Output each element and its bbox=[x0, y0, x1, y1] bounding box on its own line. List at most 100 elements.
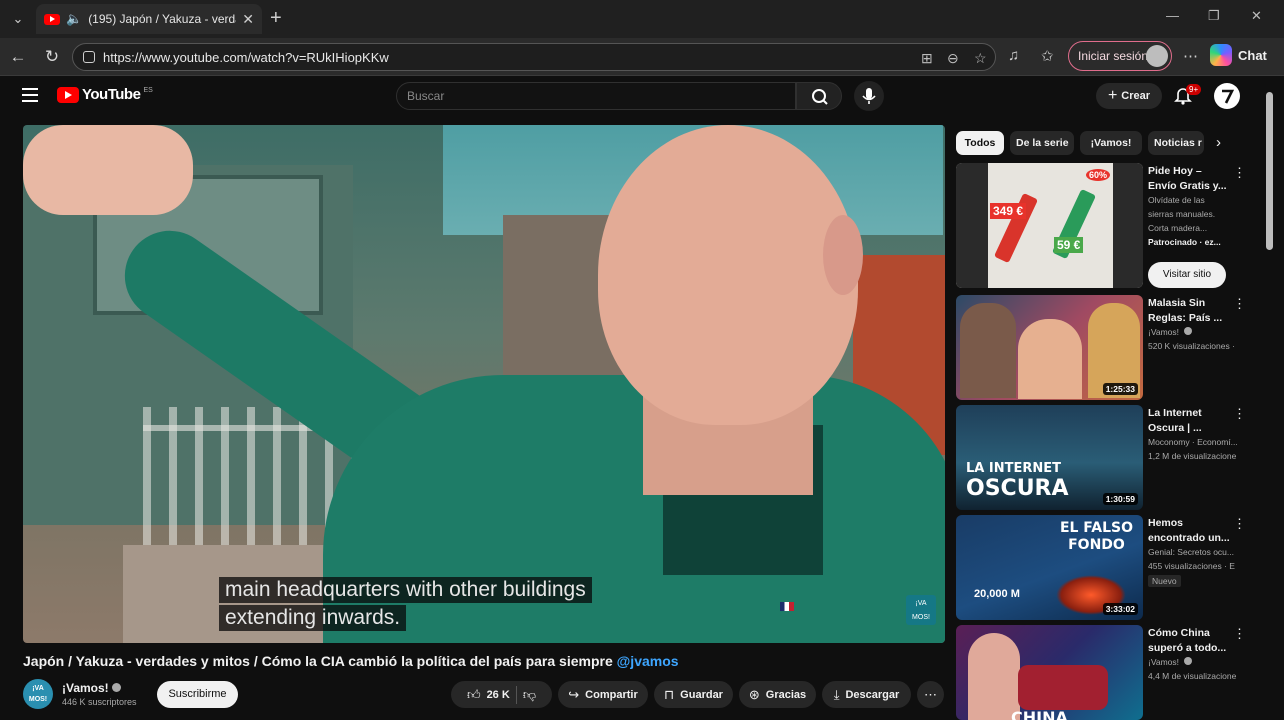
video-thumbnail[interactable]: 1:25:33 bbox=[956, 295, 1143, 400]
video-card-title[interactable]: Hemos encontrado un... bbox=[1148, 516, 1230, 546]
video-card-views: 520 K visualizaciones · bbox=[1148, 341, 1235, 351]
video-card-views: 455 visualizaciones · E bbox=[1148, 561, 1235, 571]
signin-button[interactable]: Iniciar sesión bbox=[1068, 41, 1172, 71]
address-bar[interactable]: https://www.youtube.com/watch?v=RUkIHiop… bbox=[72, 43, 996, 71]
ad-desc-line: Corta madera... bbox=[1148, 223, 1208, 233]
zoom-icon[interactable]: ⊖ bbox=[947, 50, 959, 67]
video-card-title[interactable]: Cómo China superó a todo... bbox=[1148, 626, 1230, 656]
video-duration: 3:33:02 bbox=[1102, 603, 1138, 615]
hamburger-menu-icon[interactable] bbox=[22, 88, 38, 102]
video-card-views: 1,2 M de visualizacione bbox=[1148, 451, 1237, 461]
video-card-menu-icon[interactable]: ⋮ bbox=[1233, 406, 1246, 422]
chip-todos[interactable]: Todos bbox=[956, 131, 1004, 155]
video-card-menu-icon[interactable]: ⋮ bbox=[1233, 516, 1246, 532]
like-count[interactable]: 26 K bbox=[487, 689, 510, 701]
video-card-title-line: Hemos bbox=[1148, 517, 1184, 529]
ad-menu-icon[interactable]: ⋮ bbox=[1233, 165, 1246, 181]
more-actions-button[interactable]: ⋯ bbox=[917, 681, 944, 708]
search-icon bbox=[812, 89, 828, 105]
channel-watermark[interactable]: ¡VA MOS! bbox=[906, 595, 936, 625]
video-thumbnail[interactable]: CHINA bbox=[956, 625, 1143, 720]
ad-thumbnail[interactable]: 349 € 59 € 60% bbox=[956, 163, 1143, 288]
youtube-logo[interactable]: YouTube ES bbox=[57, 86, 153, 103]
search-input[interactable]: Buscar bbox=[396, 82, 796, 110]
like-icon[interactable]: 👍︎ bbox=[467, 687, 481, 703]
ad-title-line: Pide Hoy – bbox=[1148, 165, 1202, 177]
video-card-meta: ¡Vamos! 520 K visualizaciones · bbox=[1148, 325, 1244, 353]
video-title-hashtag[interactable]: @jvamos bbox=[617, 653, 679, 669]
save-button[interactable]: ⊓ Guardar bbox=[654, 681, 733, 708]
voice-search-button[interactable] bbox=[854, 81, 884, 111]
copilot-chat-button[interactable]: Chat bbox=[1210, 44, 1267, 66]
video-thumbnail[interactable]: EL FALSO FONDO 20,000 M 3:33:02 bbox=[956, 515, 1143, 620]
copilot-icon bbox=[1210, 44, 1232, 66]
back-arrow-icon[interactable]: ← bbox=[7, 46, 29, 68]
account-avatar[interactable] bbox=[1214, 83, 1240, 109]
visit-site-button[interactable]: Visitar sitio bbox=[1148, 262, 1226, 288]
download-icon: ⤓ bbox=[833, 686, 840, 702]
close-window-icon[interactable]: ✕ bbox=[1251, 8, 1262, 24]
channel-name-text: ¡Vamos! bbox=[62, 681, 109, 695]
more-options-icon[interactable]: ⋯ bbox=[1183, 47, 1198, 65]
verified-icon bbox=[1184, 657, 1193, 665]
create-button[interactable]: + Crear bbox=[1096, 83, 1162, 109]
verified-icon bbox=[111, 683, 121, 692]
thumb-text: CHINA bbox=[1011, 708, 1068, 720]
site-info-icon[interactable] bbox=[83, 51, 95, 63]
channel-name[interactable]: ¡Vamos! bbox=[62, 681, 121, 695]
speaker-icon[interactable]: 🔈 bbox=[66, 11, 82, 27]
video-card-channel-name: ¡Vamos! bbox=[1148, 657, 1180, 667]
search-button[interactable] bbox=[796, 82, 842, 110]
reload-icon[interactable]: ↻ bbox=[41, 46, 63, 68]
video-duration: 1:25:33 bbox=[1102, 383, 1138, 395]
download-button[interactable]: ⤓ Descargar bbox=[822, 681, 911, 708]
ad-title-line: Envío Gratis y... bbox=[1148, 180, 1227, 192]
ad-discount-badge: 60% bbox=[1086, 169, 1111, 181]
subscribe-button[interactable]: Suscribirme bbox=[157, 681, 238, 708]
favorite-star-icon[interactable]: ☆ bbox=[974, 50, 987, 67]
video-card-menu-icon[interactable]: ⋮ bbox=[1233, 296, 1246, 312]
chip-noticias[interactable]: Noticias r bbox=[1148, 131, 1204, 155]
browser-tab-active[interactable]: 🔈 (195) Japón / Yakuza - verdad ✕ bbox=[36, 4, 262, 34]
thumb-text: OSCURA bbox=[966, 476, 1069, 501]
video-card-title-line: Cómo China bbox=[1148, 627, 1210, 639]
share-button[interactable]: ↪ Compartir bbox=[558, 681, 648, 708]
video-card-title[interactable]: La Internet Oscura | ... bbox=[1148, 406, 1230, 436]
media-control-icon[interactable]: ♫ bbox=[1008, 47, 1019, 64]
dislike-icon[interactable]: 👎︎ bbox=[523, 687, 536, 703]
channel-avatar[interactable]: ¡VA MOS! bbox=[23, 679, 53, 709]
page-scrollbar-thumb[interactable] bbox=[1266, 92, 1273, 250]
tab-list-chevron-icon[interactable]: ⌄ bbox=[6, 8, 30, 30]
chip-vamos[interactable]: ¡Vamos! bbox=[1080, 131, 1142, 155]
video-card-meta: Genial: Secretos ocu... 455 visualizacio… bbox=[1148, 545, 1244, 573]
country-code: ES bbox=[143, 87, 153, 94]
video-card-title[interactable]: Malasia Sin Reglas: País ... bbox=[1148, 296, 1230, 326]
divider bbox=[515, 685, 517, 704]
thanks-button[interactable]: ⊛ Gracias bbox=[739, 681, 816, 708]
video-thumbnail[interactable]: LA INTERNET OSCURA 1:30:59 bbox=[956, 405, 1143, 510]
app-available-icon[interactable]: ⊞ bbox=[921, 50, 933, 67]
new-tab-plus-icon[interactable]: + bbox=[270, 7, 282, 29]
account-avatar-icon bbox=[1215, 84, 1239, 108]
video-card-title-line: Malasia Sin bbox=[1148, 297, 1206, 309]
video-card-menu-icon[interactable]: ⋮ bbox=[1233, 626, 1246, 642]
chip-de-la-serie[interactable]: De la serie bbox=[1010, 131, 1074, 155]
restore-icon[interactable]: ❐ bbox=[1208, 8, 1220, 24]
download-label: Descargar bbox=[845, 688, 900, 701]
chevron-right-icon[interactable]: › bbox=[1216, 134, 1221, 151]
ad-price-green: 59 € bbox=[1054, 237, 1084, 253]
ad-title[interactable]: Pide Hoy – Envío Gratis y... bbox=[1148, 164, 1230, 194]
thumb-headline: EL FALSO FONDO bbox=[1060, 520, 1133, 554]
profile-avatar-icon bbox=[1146, 45, 1168, 67]
video-player[interactable]: main headquarters with other buildings e… bbox=[23, 125, 945, 643]
video-card-channel-name: ¡Vamos! bbox=[1148, 327, 1180, 337]
close-tab-icon[interactable]: ✕ bbox=[242, 11, 254, 28]
ad-thumb-side bbox=[1113, 163, 1143, 288]
video-card-channel: Moconomy · Economí... bbox=[1148, 437, 1238, 447]
thumb-text: 20,000 M bbox=[974, 588, 1020, 600]
url-text[interactable]: https://www.youtube.com/watch?v=RUkIHiop… bbox=[103, 50, 389, 65]
favorites-icon[interactable]: ✩ bbox=[1041, 47, 1054, 65]
minimize-icon[interactable]: — bbox=[1166, 8, 1179, 23]
verified-icon bbox=[1184, 327, 1193, 335]
video-card-meta: ¡Vamos! 4,4 M de visualizacione bbox=[1148, 655, 1244, 683]
